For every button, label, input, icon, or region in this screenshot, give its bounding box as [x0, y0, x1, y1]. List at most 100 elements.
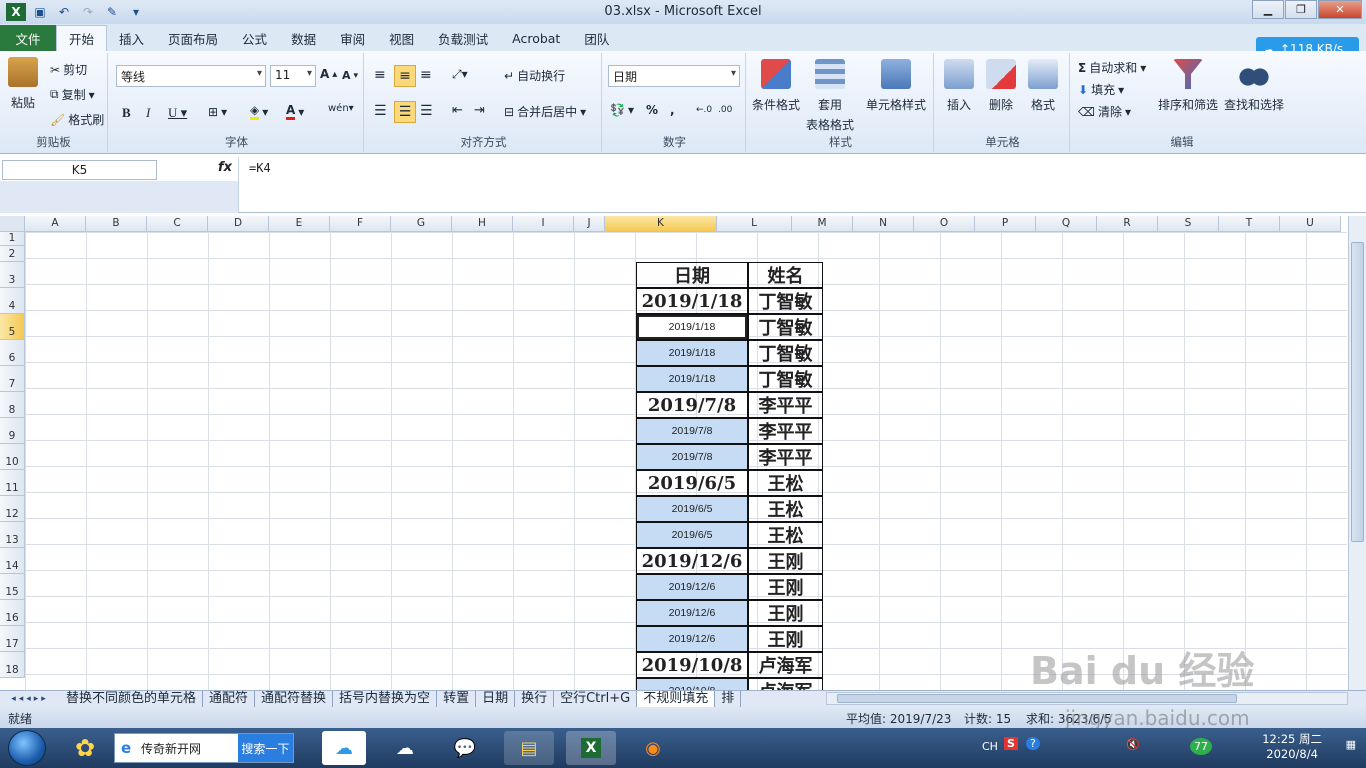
clear-button[interactable]: ⌫ 清除 ▾	[1078, 103, 1131, 120]
tab-home[interactable]: 开始	[56, 25, 108, 51]
browser-search-button[interactable]: 搜索一下	[237, 734, 293, 762]
font-name-combo[interactable]: 等线	[116, 65, 266, 87]
taskbar-app-firefox[interactable]: ◉	[628, 731, 678, 765]
date-cell[interactable]: 2019/7/8	[636, 392, 748, 418]
tab-file[interactable]: 文件	[0, 25, 56, 51]
comma-button[interactable]: ,	[670, 103, 675, 117]
row-header[interactable]: 14	[0, 548, 25, 574]
name-cell[interactable]: 王刚	[748, 548, 823, 574]
align-left-button[interactable]: ☰	[374, 103, 387, 119]
column-header[interactable]: T	[1219, 216, 1280, 232]
row-header[interactable]: 18	[0, 652, 25, 678]
row-header[interactable]: 6	[0, 340, 25, 366]
increase-decimal-button[interactable]: ←.0	[696, 105, 712, 115]
date-cell[interactable]: 2019/6/5	[636, 470, 748, 496]
row-header[interactable]: 12	[0, 496, 25, 522]
name-cell[interactable]: 丁智敏	[748, 288, 823, 314]
column-header[interactable]: M	[792, 216, 853, 232]
sheet-tab[interactable]: 日期	[476, 691, 516, 707]
name-cell[interactable]: 王松	[748, 522, 823, 548]
row-header[interactable]: 9	[0, 418, 25, 444]
align-center-button[interactable]: ☰	[394, 101, 416, 123]
date-cell[interactable]: 2019/1/18	[636, 288, 748, 314]
formula-input[interactable]: =K4	[238, 157, 1352, 213]
column-header[interactable]: R	[1097, 216, 1158, 232]
name-box[interactable]: K5	[2, 160, 157, 180]
name-cell[interactable]: 丁智敏	[748, 340, 823, 366]
date-cell[interactable]: 2019/1/18	[636, 314, 748, 340]
volume-icon[interactable]: 🔇	[1126, 738, 1140, 751]
tab-data[interactable]: 数据	[279, 25, 328, 51]
increase-indent-button[interactable]: ⇥	[474, 103, 485, 118]
column-header[interactable]: D	[208, 216, 269, 232]
row-header[interactable]: 4	[0, 288, 25, 314]
minimize-button[interactable]: ▁	[1252, 0, 1284, 19]
name-cell[interactable]: 李平平	[748, 418, 823, 444]
number-format-combo[interactable]: 日期	[608, 65, 740, 87]
sheet-tab[interactable]: 转置	[437, 691, 477, 707]
name-cell[interactable]: 王刚	[748, 600, 823, 626]
fill-button[interactable]: ⬇ 填充 ▾	[1078, 81, 1124, 98]
format-painter-button[interactable]: 🖌 格式刷	[50, 111, 104, 128]
sheet-tab[interactable]: 空行Ctrl+G	[554, 691, 638, 707]
row-header[interactable]: 15	[0, 574, 25, 600]
name-cell[interactable]: 王刚	[748, 626, 823, 652]
tray-badge[interactable]: 77	[1190, 738, 1212, 755]
copy-button[interactable]: ⧉ 复制 ▾	[50, 86, 95, 103]
row-header[interactable]: 16	[0, 600, 25, 626]
grow-font-button[interactable]: A ▴	[320, 67, 337, 81]
date-cell[interactable]: 2019/10/8	[636, 678, 748, 690]
insert-cells-button[interactable]: 插入	[944, 59, 974, 113]
name-cell[interactable]: 李平平	[748, 444, 823, 470]
row-header[interactable]: 5	[0, 314, 25, 340]
column-header[interactable]: U	[1280, 216, 1341, 232]
tab-review[interactable]: 审阅	[328, 25, 377, 51]
name-cell[interactable]: 李平平	[748, 392, 823, 418]
vertical-scrollbar[interactable]	[1348, 216, 1366, 690]
tab-formulas[interactable]: 公式	[230, 25, 279, 51]
font-size-combo[interactable]: 11	[270, 65, 316, 87]
restore-button[interactable]: ❐	[1285, 0, 1317, 19]
date-cell[interactable]: 2019/12/6	[636, 548, 748, 574]
start-button[interactable]	[8, 730, 46, 766]
row-header[interactable]: 2	[0, 246, 25, 262]
name-cell[interactable]: 王松	[748, 496, 823, 522]
sheet-tab[interactable]: 不规则填充	[637, 691, 716, 707]
ime-icon[interactable]: S	[1004, 737, 1018, 750]
column-header[interactable]: H	[452, 216, 513, 232]
taskbar-browser[interactable]: e 传奇新开网 搜索一下	[114, 733, 294, 763]
name-cell[interactable]: 卢海军	[748, 678, 823, 690]
column-header[interactable]: B	[86, 216, 147, 232]
tab-team[interactable]: 团队	[572, 25, 621, 51]
date-cell[interactable]: 2019/1/18	[636, 366, 748, 392]
sheet-tab[interactable]: 通配符替换	[255, 691, 334, 707]
borders-button[interactable]: ⊞ ▾	[208, 105, 227, 119]
find-select-button[interactable]: 查找和选择	[1224, 59, 1284, 113]
column-header[interactable]: F	[330, 216, 391, 232]
row-header[interactable]: 7	[0, 366, 25, 392]
italic-button[interactable]: I	[146, 105, 150, 121]
decrease-decimal-button[interactable]: .00	[718, 105, 732, 115]
merge-center-button[interactable]: ⊟ 合并后居中 ▾	[504, 103, 586, 120]
date-cell[interactable]: 2019/12/6	[636, 574, 748, 600]
date-cell[interactable]: 2019/6/5	[636, 522, 748, 548]
cell-styles-button[interactable]: 单元格样式	[866, 59, 926, 113]
phonetic-button[interactable]: wén▾	[328, 103, 354, 114]
format-as-table-button[interactable]: 套用 表格格式	[806, 59, 854, 133]
tab-insert[interactable]: 插入	[107, 25, 156, 51]
tab-load-test[interactable]: 负载测试	[426, 25, 500, 51]
row-header[interactable]: 1	[0, 232, 25, 246]
font-color-button[interactable]: A ▾	[286, 103, 304, 120]
column-header[interactable]: E	[269, 216, 330, 232]
accounting-format-button[interactable]: 💱 ▾	[610, 103, 634, 117]
date-cell[interactable]: 2019/12/6	[636, 626, 748, 652]
column-header[interactable]: O	[914, 216, 975, 232]
tab-page-layout[interactable]: 页面布局	[156, 25, 230, 51]
name-cell[interactable]: 丁智敏	[748, 314, 823, 340]
sheet-tab[interactable]: 通配符	[203, 691, 256, 707]
tab-view[interactable]: 视图	[377, 25, 426, 51]
shrink-font-button[interactable]: A ▾	[342, 69, 358, 82]
insert-function-icon[interactable]: fx	[218, 160, 232, 175]
name-cell[interactable]: 王刚	[748, 574, 823, 600]
sheet-nav-arrows[interactable]: ◂◂◂▸▸	[0, 694, 60, 704]
